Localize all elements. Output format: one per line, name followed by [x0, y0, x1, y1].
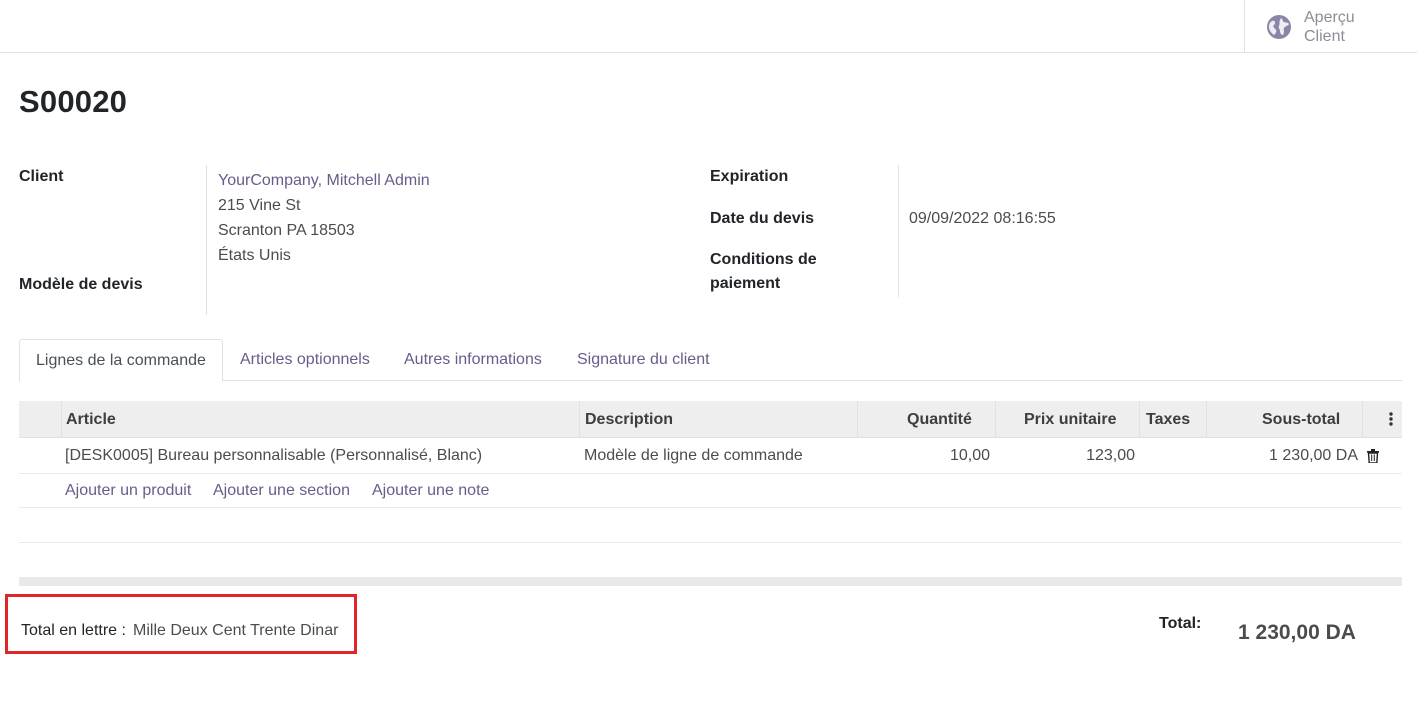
- client-name-link[interactable]: YourCompany, Mitchell Admin: [218, 168, 430, 193]
- client-label: Client: [19, 168, 64, 185]
- field-separator: [898, 165, 899, 297]
- total-value: 1 230,00 DA: [1238, 621, 1356, 644]
- column-separator: [1362, 401, 1363, 438]
- address-line-1: 215 Vine St: [218, 197, 301, 214]
- row-quantity[interactable]: 10,00: [950, 439, 990, 473]
- column-article[interactable]: Article: [66, 401, 116, 438]
- column-separator: [1139, 401, 1140, 438]
- column-separator: [579, 401, 580, 438]
- payment-terms-label-line-2: paiement: [710, 275, 781, 292]
- column-separator: [61, 401, 62, 438]
- column-taxes[interactable]: Taxes: [1146, 401, 1190, 438]
- column-separator: [857, 401, 858, 438]
- optional-columns-icon[interactable]: [1389, 411, 1393, 432]
- tab-optional-products[interactable]: Articles optionnels: [224, 339, 386, 381]
- address-line-3: États Unis: [218, 247, 291, 264]
- total-label: Total:: [1159, 615, 1202, 632]
- field-separator: [206, 165, 207, 315]
- page-title: S00020: [19, 84, 128, 119]
- client-address: YourCompany, Mitchell Admin 215 Vine St …: [218, 168, 430, 268]
- payment-terms-label-line-1: Conditions de: [710, 251, 817, 268]
- table-footer: [19, 577, 1402, 586]
- quote-date-value[interactable]: 09/09/2022 08:16:55: [909, 210, 1056, 228]
- tab-order-lines[interactable]: Lignes de la commande: [19, 339, 223, 382]
- expiration-label: Expiration: [710, 168, 789, 185]
- trash-icon[interactable]: [1367, 449, 1379, 464]
- empty-table-row: [19, 508, 1402, 543]
- column-separator: [995, 401, 996, 438]
- table-actions-row: Ajouter un produit Ajouter une section A…: [19, 474, 1402, 508]
- quote-date-label: Date du devis: [710, 210, 815, 227]
- row-article[interactable]: [DESK0005] Bureau personnalisable (Perso…: [65, 439, 482, 473]
- table-header: Article Description Quantité Prix unitai…: [19, 401, 1402, 438]
- column-description[interactable]: Description: [585, 401, 673, 438]
- add-note-link[interactable]: Ajouter une note: [372, 474, 489, 508]
- column-unit-price[interactable]: Prix unitaire: [1024, 401, 1116, 438]
- row-description[interactable]: Modèle de ligne de commande: [584, 439, 803, 473]
- customer-preview-label: Aperçu Client: [1304, 9, 1355, 45]
- add-section-link[interactable]: Ajouter une section: [213, 474, 350, 508]
- control-panel: Aperçu Client: [0, 0, 1417, 53]
- table-row[interactable]: [DESK0005] Bureau personnalisable (Perso…: [19, 439, 1402, 474]
- add-product-link[interactable]: Ajouter un produit: [65, 474, 191, 508]
- quote-template-label: Modèle de devis: [19, 276, 143, 293]
- column-quantity[interactable]: Quantité: [907, 401, 972, 438]
- globe-icon: [1266, 14, 1292, 40]
- customer-preview-button[interactable]: Aperçu Client: [1244, 0, 1417, 53]
- notebook-tabs: Lignes de la commande Articles optionnel…: [19, 339, 1402, 382]
- row-unit-price[interactable]: 123,00: [1086, 439, 1135, 473]
- total-in-words-label: Total en lettre :: [21, 622, 126, 639]
- total-in-words-value: Mille Deux Cent Trente Dinar: [133, 622, 339, 639]
- tab-other-info[interactable]: Autres informations: [388, 339, 558, 381]
- payment-terms-label: Conditions de paiement: [710, 248, 817, 296]
- row-subtotal: 1 230,00 DA: [1269, 447, 1358, 464]
- column-separator: [1206, 401, 1207, 438]
- column-subtotal[interactable]: Sous-total: [1262, 401, 1340, 438]
- address-line-2: Scranton PA 18503: [218, 222, 355, 239]
- tab-customer-signature[interactable]: Signature du client: [561, 339, 726, 381]
